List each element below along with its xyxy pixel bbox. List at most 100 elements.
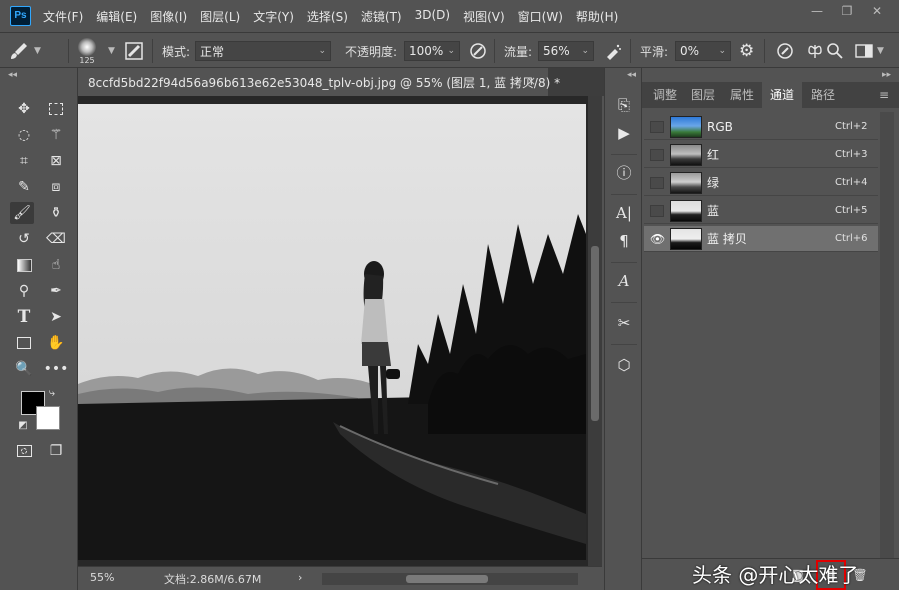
menu-edit[interactable]: 编辑(E)	[96, 8, 137, 25]
tool-preset-picker[interactable]: ▼	[8, 33, 41, 69]
hand-tool[interactable]: ✋	[44, 332, 68, 354]
eyedropper-tool[interactable]: ✎	[12, 176, 36, 198]
status-menu-arrow[interactable]: ›	[298, 571, 302, 584]
frame-tool[interactable]: ⊠	[44, 150, 68, 172]
channel-row-green[interactable]: 绿 Ctrl+4	[644, 170, 878, 196]
crop-tool[interactable]: ⌗	[12, 150, 36, 172]
clone-stamp-tool[interactable]: ⚱	[44, 202, 68, 224]
info-panel-button[interactable]: ⓘ	[613, 162, 635, 184]
menu-3d[interactable]: 3D(D)	[415, 8, 450, 25]
menu-layer[interactable]: 图层(L)	[200, 8, 240, 25]
3d-panel-button[interactable]: ⬡	[613, 354, 635, 376]
menu-image[interactable]: 图像(I)	[150, 8, 187, 25]
brush-settings-panel-toggle[interactable]	[124, 33, 144, 69]
minimize-button[interactable]: —	[805, 2, 829, 20]
glyphs-panel-button[interactable]: A	[613, 270, 635, 292]
document-tab[interactable]: 8ccfd5bd22f94d56a96b613e62e53048_tplv-ob…	[78, 68, 560, 96]
airbrush-toggle[interactable]	[603, 33, 623, 69]
history-panel-button[interactable]: ⎘	[613, 94, 635, 116]
menu-window[interactable]: 窗口(W)	[518, 8, 563, 25]
symmetry-button[interactable]	[805, 33, 825, 69]
document-title: 8ccfd5bd22f94d56a96b613e62e53048_tplv-ob…	[88, 75, 561, 90]
magic-wand-tool[interactable]: ⚚	[44, 124, 68, 146]
character-panel-button[interactable]: A|	[613, 202, 635, 224]
visibility-toggle[interactable]	[650, 176, 664, 189]
restore-button[interactable]: ❐	[835, 2, 859, 20]
flow-value: 56%	[543, 44, 570, 58]
rectangle-tool[interactable]	[12, 332, 36, 354]
workspace-icon	[855, 44, 873, 58]
zoom-level[interactable]: 55%	[90, 571, 114, 584]
default-colors-button[interactable]: ◩	[16, 418, 30, 432]
menu-select[interactable]: 选择(S)	[307, 8, 348, 25]
brush-settings-caret[interactable]: ▼	[104, 33, 115, 69]
spot-healing-tool[interactable]: ⧈	[44, 176, 68, 198]
marquee-tool[interactable]	[44, 98, 68, 120]
dodge-tool[interactable]: ⚲	[12, 280, 36, 302]
tab-layers[interactable]: 图层	[684, 82, 722, 108]
menu-file[interactable]: 文件(F)	[43, 8, 83, 25]
workspace-switcher[interactable]: ▼	[855, 33, 884, 69]
channel-row-red[interactable]: 红 Ctrl+3	[644, 142, 878, 168]
pen-tool[interactable]: ✒	[44, 280, 68, 302]
collapse-arrows-icon[interactable]: ◂◂	[627, 70, 636, 80]
eraser-tool[interactable]: ⌫	[44, 228, 68, 250]
gradient-tool[interactable]	[12, 254, 36, 276]
collapse-panel-arrows-icon[interactable]: ▸▸	[882, 70, 891, 80]
smoothing-value: 0%	[680, 44, 700, 58]
close-tab-icon[interactable]: ×	[526, 74, 536, 88]
screen-mode-button[interactable]: ❐	[44, 440, 68, 462]
brush-size-picker[interactable]: 125	[78, 33, 96, 69]
quick-mask-button[interactable]	[12, 440, 36, 462]
collapse-arrows-icon[interactable]: ◂◂	[8, 70, 17, 80]
panel-menu-button[interactable]: ≡	[874, 82, 894, 108]
actions-panel-button[interactable]: ▶	[613, 122, 635, 144]
channel-row-blue[interactable]: 蓝 Ctrl+5	[644, 198, 878, 224]
close-window-button[interactable]: ✕	[865, 2, 889, 20]
background-color-swatch[interactable]	[36, 406, 60, 430]
menu-view[interactable]: 视图(V)	[463, 8, 505, 25]
channel-row-blue-copy[interactable]: 👁 蓝 拷贝 Ctrl+6	[644, 226, 878, 252]
smudge-tool[interactable]: ☝	[44, 254, 68, 276]
history-brush-tool[interactable]: ↺	[12, 228, 36, 250]
opacity-input[interactable]: 100% ⌄	[404, 41, 460, 61]
tab-adjustments[interactable]: 调整	[646, 82, 684, 108]
vertical-scrollbar[interactable]	[588, 96, 602, 566]
paragraph-panel-button[interactable]: ¶	[613, 230, 635, 252]
visibility-toggle[interactable]	[650, 204, 664, 217]
lasso-tool[interactable]: ◌	[12, 124, 36, 146]
panel-scrollbar[interactable]	[880, 112, 894, 560]
bandage-icon: ⧈	[51, 179, 61, 195]
tab-properties[interactable]: 属性	[723, 82, 761, 108]
menu-help[interactable]: 帮助(H)	[576, 8, 618, 25]
smoothing-options-button[interactable]: ⚙	[739, 33, 754, 69]
brush-tool[interactable]: 🖌	[10, 202, 34, 224]
pressure-opacity-toggle[interactable]	[468, 33, 488, 69]
menu-filter[interactable]: 滤镜(T)	[361, 8, 402, 25]
swap-colors-button[interactable]: ⤷	[44, 386, 60, 400]
horizontal-scroll-thumb[interactable]	[406, 575, 488, 583]
vertical-scroll-thumb[interactable]	[591, 246, 599, 421]
visibility-toggle[interactable]	[650, 148, 664, 161]
menu-type[interactable]: 文字(Y)	[253, 8, 294, 25]
tab-paths[interactable]: 路径	[804, 82, 842, 108]
search-button[interactable]	[826, 33, 844, 69]
canvas-area[interactable]	[78, 96, 588, 566]
tab-channels[interactable]: 通道	[762, 82, 802, 108]
flow-input[interactable]: 56% ⌄	[538, 41, 594, 61]
more-tools-button[interactable]: •••	[44, 358, 69, 380]
channel-row-rgb[interactable]: RGB Ctrl+2	[644, 114, 878, 140]
chevron-down-icon: ⌄	[318, 46, 326, 56]
document-canvas-image[interactable]	[78, 104, 586, 560]
horizontal-scrollbar[interactable]	[322, 573, 578, 585]
type-tool[interactable]: T	[12, 306, 36, 328]
path-selection-tool[interactable]: ➤	[44, 306, 68, 328]
blend-mode-select[interactable]: 正常 ⌄	[195, 41, 331, 61]
visibility-toggle[interactable]	[650, 120, 664, 133]
tool-presets-panel-button[interactable]: ✂	[613, 312, 635, 334]
smoothing-input[interactable]: 0% ⌄	[675, 41, 731, 61]
move-tool[interactable]: ✥	[12, 98, 36, 120]
pressure-size-toggle[interactable]	[775, 33, 795, 69]
zoom-tool[interactable]: 🔍	[12, 358, 36, 380]
eye-icon[interactable]: 👁	[650, 233, 665, 245]
